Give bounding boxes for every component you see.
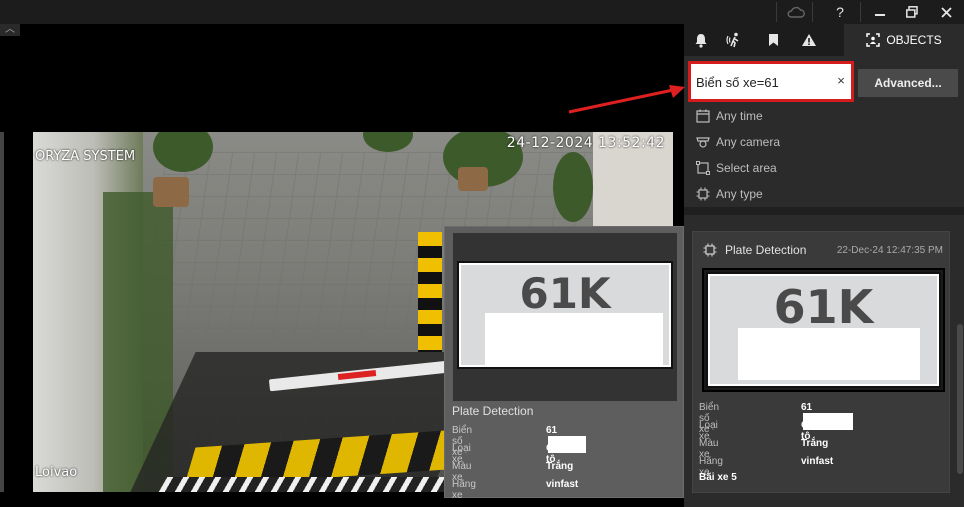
panel-divider	[684, 207, 964, 215]
prop-value: vinfast	[546, 479, 579, 490]
video-barrier-post	[418, 232, 442, 352]
popup-thumbnail: 61K	[453, 233, 677, 401]
result-card[interactable]: Plate Detection 22-Dec-24 12:47:35 PM 61…	[692, 231, 950, 493]
chip-icon	[703, 243, 717, 257]
video-camera-name: Loivao	[35, 465, 78, 480]
titlebar-separator	[776, 2, 777, 22]
video-pot	[458, 167, 488, 191]
card-timestamp: 22-Dec-24 12:47:35 PM	[836, 244, 943, 256]
plate-redaction	[485, 313, 663, 365]
card-title: Plate Detection	[725, 243, 807, 257]
close-icon[interactable]	[930, 0, 962, 24]
help-button[interactable]: ?	[824, 0, 856, 24]
object-preview-popup: 61K Plate Detection Biển số xe 61 Loại x…	[444, 226, 684, 501]
plate-image: 61K	[706, 272, 941, 388]
warning-icon[interactable]	[792, 24, 826, 56]
calendar-icon	[696, 109, 710, 123]
cloud-icon[interactable]	[780, 0, 812, 24]
objects-icon	[866, 33, 881, 47]
bookmark-icon[interactable]	[756, 24, 790, 56]
filter-label: Select area	[716, 161, 777, 175]
advanced-button[interactable]: Advanced...	[858, 69, 958, 97]
filter-label: Any type	[716, 187, 763, 201]
card-thumbnail[interactable]: 61K	[702, 268, 945, 392]
camera-icon	[696, 137, 710, 148]
app-window: ? ︿ ORYZA SYSTEM 24-12-2024 13:52:42 Loi…	[0, 0, 964, 507]
annotation-arrow-icon	[568, 85, 685, 114]
filter-label: Any camera	[716, 135, 781, 149]
bell-icon[interactable]	[684, 24, 718, 56]
right-panel: OBJECTS × Advanced... Any time Any camer…	[684, 24, 964, 507]
titlebar-separator	[860, 2, 861, 22]
search-field[interactable]: ×	[688, 61, 854, 102]
plate-text: 61K	[773, 280, 874, 334]
clear-search-button[interactable]: ×	[833, 73, 849, 89]
panel-tabs: OBJECTS	[684, 24, 964, 56]
prop-value: vinfast	[801, 456, 834, 467]
filter-time[interactable]: Any time	[696, 106, 763, 126]
restore-icon[interactable]	[896, 0, 928, 24]
prop-value: Trắng	[801, 438, 829, 449]
motion-icon[interactable]	[718, 24, 752, 56]
area-icon	[696, 161, 710, 175]
popup-title: Plate Detection	[452, 404, 534, 418]
video-timestamp-overlay: 24-12-2024 13:52:42	[506, 135, 665, 151]
titlebar-separator	[812, 2, 813, 22]
results-scrollbar[interactable]	[957, 324, 963, 474]
search-input[interactable]	[696, 72, 826, 92]
video-edge	[0, 132, 4, 492]
title-bar: ?	[0, 0, 964, 24]
tab-objects[interactable]: OBJECTS	[844, 24, 964, 56]
plate-image: 61K	[457, 261, 673, 369]
card-header: Plate Detection 22-Dec-24 12:47:35 PM	[703, 240, 943, 260]
video-brand-overlay: ORYZA SYSTEM	[35, 149, 136, 164]
video-tree	[553, 152, 593, 222]
plate-text: 61K	[519, 269, 611, 318]
filter-area[interactable]: Select area	[696, 158, 777, 178]
filter-camera[interactable]: Any camera	[696, 132, 780, 152]
collapse-toggle[interactable]: ︿	[0, 24, 20, 36]
chip-icon	[696, 187, 710, 201]
video-crosswalk	[158, 477, 488, 492]
tab-objects-label: OBJECTS	[886, 33, 942, 47]
prop-value: Trắng	[546, 461, 574, 472]
video-pot	[153, 177, 189, 207]
minimize-icon[interactable]	[864, 0, 896, 24]
card-location: Bãi xe 5	[699, 472, 737, 483]
filter-type[interactable]: Any type	[696, 184, 763, 204]
filter-label: Any time	[716, 109, 763, 123]
plate-redaction	[738, 328, 920, 380]
prop-key: Hãng xe	[452, 479, 476, 501]
